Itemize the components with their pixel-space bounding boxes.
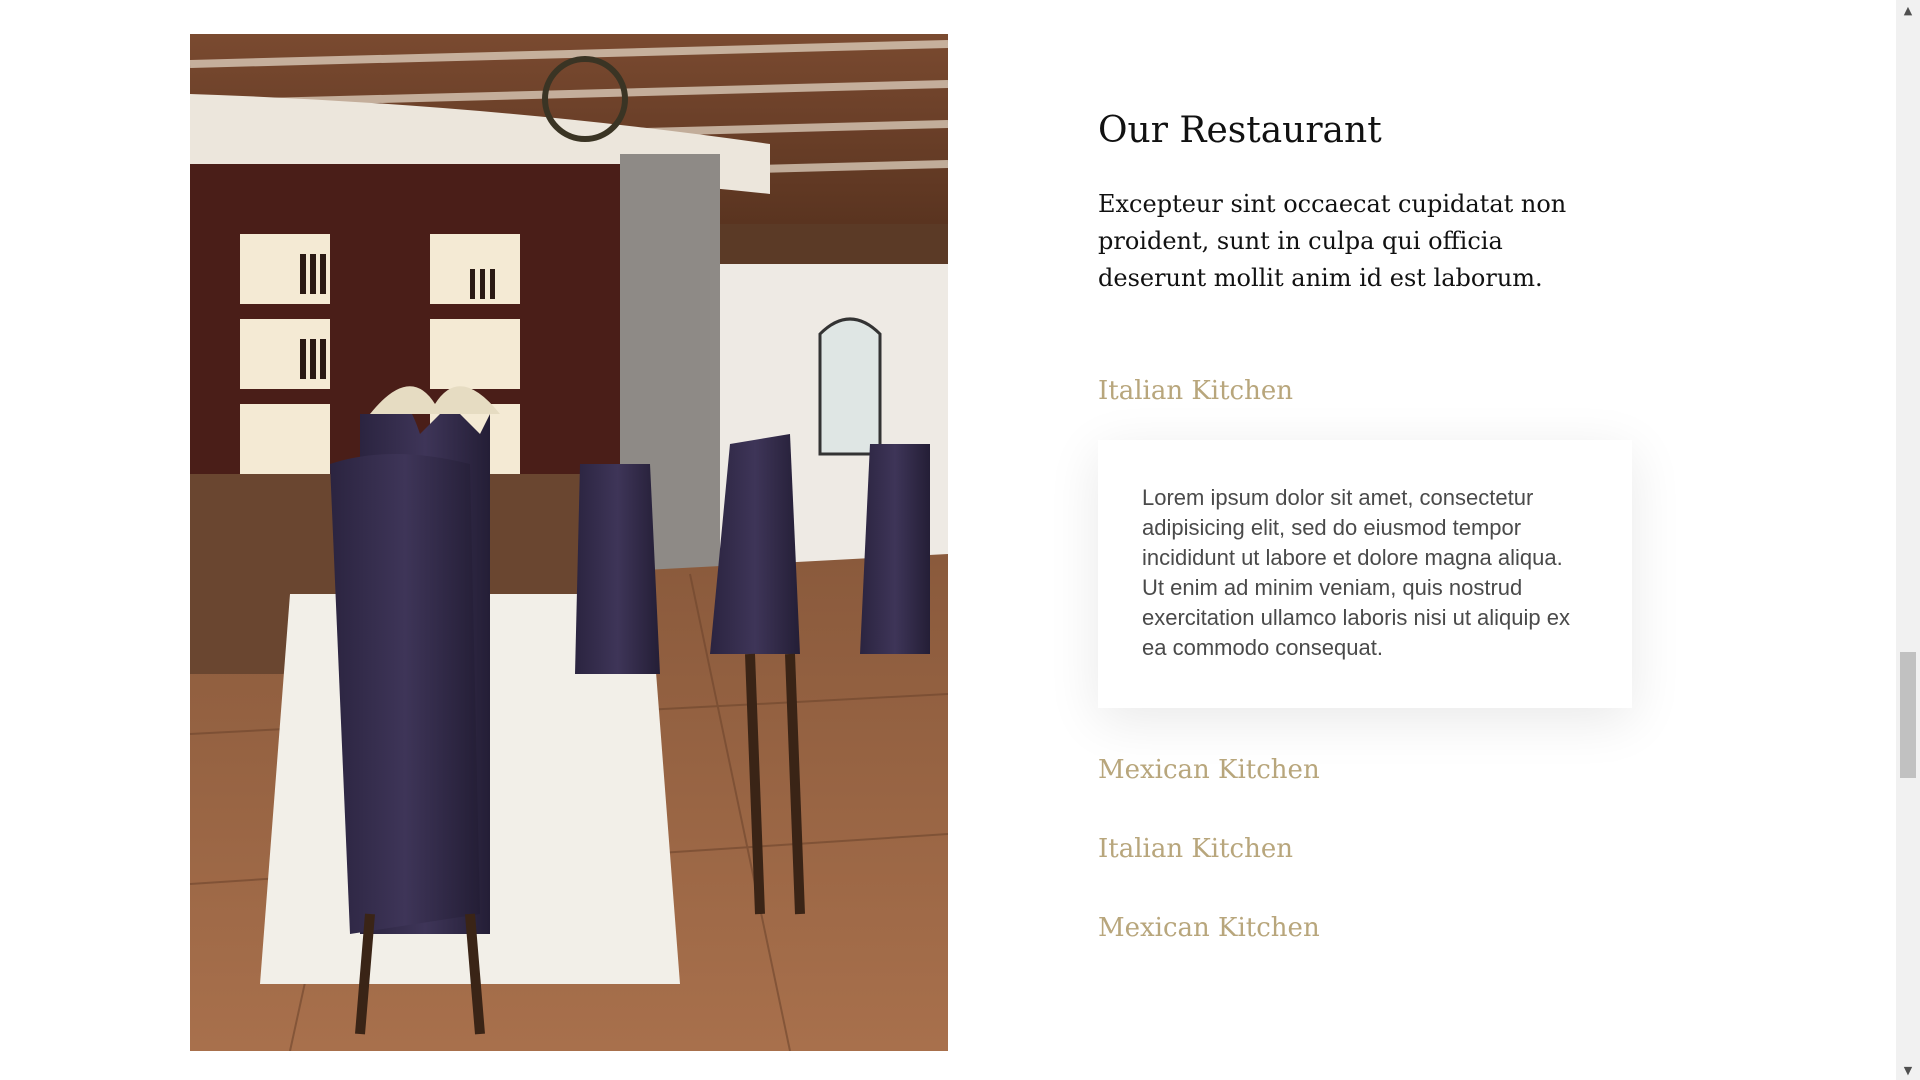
tab-content-panel: Lorem ipsum dolor sit amet, consectetur … bbox=[1098, 440, 1632, 708]
section-title: Our Restaurant bbox=[1098, 110, 1382, 151]
tab-mexican-kitchen[interactable]: Mexican Kitchen bbox=[1098, 755, 1320, 785]
tab-italian-kitchen-2[interactable]: Italian Kitchen bbox=[1098, 834, 1293, 864]
triangle-down-icon[interactable]: ▼ bbox=[1896, 1060, 1920, 1080]
restaurant-photo bbox=[190, 34, 948, 1051]
vertical-scrollbar[interactable]: ▲ ▼ bbox=[1896, 0, 1920, 1080]
intro-text: Excepteur sint occaecat cupidatat non pr… bbox=[1098, 190, 1567, 292]
scroll-thumb[interactable] bbox=[1900, 652, 1916, 778]
panel-text: Lorem ipsum dolor sit amet, consectetur … bbox=[1142, 485, 1570, 660]
triangle-up-icon[interactable]: ▲ bbox=[1896, 0, 1920, 20]
tab-italian-kitchen[interactable]: Italian Kitchen bbox=[1098, 376, 1293, 406]
tab-mexican-kitchen-2[interactable]: Mexican Kitchen bbox=[1098, 913, 1320, 943]
restaurant-interior-illustration bbox=[190, 34, 948, 1051]
